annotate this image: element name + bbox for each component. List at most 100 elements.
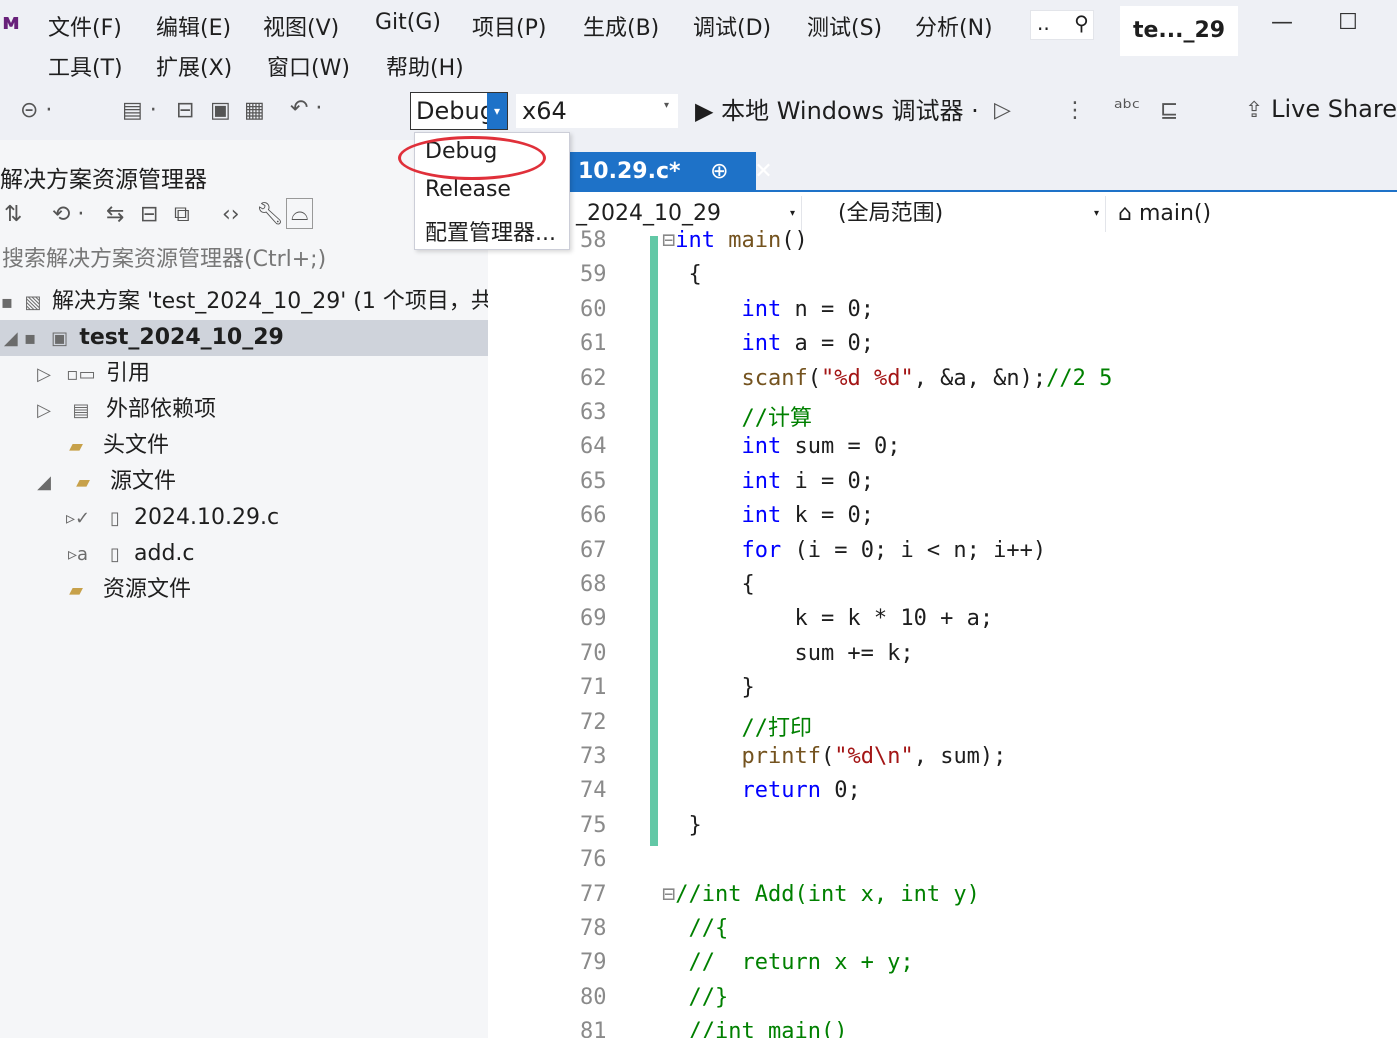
code-line[interactable]: scanf("%d %d", &a, &n);//2 5 <box>662 366 1112 391</box>
start-debugger-button[interactable]: ▶ 本地 Windows 调试器 · <box>695 94 979 128</box>
menu-window[interactable]: 窗口(W) <box>267 50 350 82</box>
menu-git[interactable]: Git(G) <box>375 10 441 35</box>
new-project-icon[interactable]: ▤ · <box>122 98 157 123</box>
spell-check-icon[interactable]: ᵃᵇᶜ <box>1114 96 1140 121</box>
tree-source-files-node[interactable]: ◢ ▰ 源文件 <box>32 464 176 500</box>
code-line[interactable]: { <box>662 262 701 287</box>
code-line[interactable]: return 0; <box>662 778 860 803</box>
tree-header-files-node[interactable]: ▰ 头文件 <box>56 428 169 464</box>
pending-changes-icon[interactable]: ⇆ <box>106 202 124 227</box>
menu-tools[interactable]: 工具(T) <box>48 50 123 82</box>
expanded-arrow-icon[interactable]: ◢ ▪ <box>0 321 40 357</box>
code-line[interactable]: ⊟//int Add(int x, int y) <box>662 882 980 907</box>
tree-project-node[interactable]: ◢ ▪ ▣ test_2024_10_29 <box>0 320 488 356</box>
code-line[interactable]: int k = 0; <box>662 503 873 528</box>
open-file-icon[interactable]: ⊟ <box>176 98 194 123</box>
dropdown-option-config-manager[interactable]: 配置管理器... <box>425 215 556 247</box>
preview-icon[interactable]: ⌓ <box>286 198 314 229</box>
code-line[interactable]: int i = 0; <box>662 469 873 494</box>
collapsed-arrow-icon[interactable]: ▹✓ <box>60 501 96 537</box>
line-number: 77 <box>580 881 607 907</box>
show-all-files-icon[interactable]: ⧉ <box>174 202 190 227</box>
back-icon[interactable]: ⊝ · <box>20 98 52 123</box>
code-line[interactable]: int sum = 0; <box>662 434 900 459</box>
line-number: 59 <box>580 262 607 288</box>
code-line[interactable]: { <box>662 572 754 597</box>
menu-help[interactable]: 帮助(H) <box>386 50 464 82</box>
dropdown-option-release[interactable]: Release <box>425 177 511 202</box>
live-share-button[interactable]: ⇪ Live Share <box>1245 94 1397 126</box>
nav-member-combo[interactable]: ⌂ main() <box>1112 196 1397 232</box>
nav-project-combo[interactable]: _2024_10_29 ▾ <box>570 196 802 232</box>
code-line[interactable]: //int main() <box>662 1019 848 1038</box>
nav-scope-combo[interactable]: (全局范围) ▾ <box>808 196 1106 232</box>
menu-build[interactable]: 生成(B) <box>583 10 659 42</box>
collapsed-arrow-icon[interactable]: ▷ <box>32 357 56 393</box>
document-tab-active[interactable]: 10.29.c* ⊕ ✕ <box>570 152 773 192</box>
search-box[interactable]: .. ⚲ <box>1030 10 1094 40</box>
pin-icon[interactable]: ⊕ <box>710 159 728 184</box>
platform-combo[interactable]: x64 <box>516 94 678 128</box>
line-number: 63 <box>580 400 607 425</box>
maximize-button[interactable]: ☐ <box>1328 10 1368 35</box>
menu-edit[interactable]: 编辑(E) <box>156 10 231 42</box>
code-line[interactable]: //计算 <box>662 400 812 432</box>
code-line[interactable]: //打印 <box>662 710 812 742</box>
tree-label: 资源文件 <box>103 577 192 602</box>
code-line[interactable]: } <box>662 675 754 700</box>
collapsed-arrow-icon[interactable]: ▹a <box>60 537 96 573</box>
undo-icon[interactable]: ↶ · <box>290 96 322 121</box>
visual-studio-logo-icon[interactable]: ᴍ <box>2 10 32 40</box>
code-line[interactable]: int n = 0; <box>662 297 873 322</box>
code-line[interactable]: } <box>662 813 701 838</box>
tree-external-deps-node[interactable]: ▷ ▤ 外部依赖项 <box>32 392 216 428</box>
expanded-arrow-icon[interactable]: ◢ <box>32 465 56 501</box>
menu-extensions[interactable]: 扩展(X) <box>156 50 232 82</box>
tree-solution-node[interactable]: ▪ ▧ 解决方案 'test_2024_10_29' (1 个项目，共 <box>0 284 493 321</box>
solution-explorer-title: 解决方案资源管理器 <box>0 167 207 193</box>
menu-test[interactable]: 测试(S) <box>807 10 882 42</box>
code-line[interactable]: sum += k; <box>662 641 913 666</box>
code-line[interactable]: for (i = 0; i < n; i++) <box>662 538 1046 563</box>
code-line[interactable]: //} <box>662 985 729 1010</box>
tree-references-node[interactable]: ▷ ▫▭ 引用 <box>32 356 150 392</box>
line-number: 80 <box>580 984 607 1010</box>
close-icon[interactable]: ✕ <box>754 159 772 184</box>
collapse-all-icon[interactable]: ⊟ <box>140 202 158 227</box>
code-line[interactable]: // return x + y; <box>662 950 914 975</box>
code-view-icon[interactable]: ‹› <box>222 202 240 227</box>
code-line[interactable]: k = k * 10 + a; <box>662 606 993 631</box>
line-number: 79 <box>580 950 607 976</box>
collapsed-arrow-icon[interactable]: ▷ <box>32 393 56 429</box>
toolbar-options-icon[interactable]: ⊑ <box>1160 98 1178 123</box>
properties-wrench-icon[interactable]: 🔧︎ <box>256 202 284 227</box>
tree-file-add-c[interactable]: ▹a ▯ add.c <box>60 536 195 572</box>
line-number: 62 <box>580 365 607 391</box>
start-without-debug-icon[interactable]: ▷ <box>994 98 1011 123</box>
platform-chevron-icon[interactable]: ▾ <box>664 100 669 111</box>
menu-project[interactable]: 项目(P) <box>472 10 546 42</box>
code-line[interactable]: ⊟int main() <box>662 228 808 253</box>
tree-file-2024-10-29-c[interactable]: ▹✓ ▯ 2024.10.29.c <box>60 500 279 536</box>
menu-debug[interactable]: 调试(D) <box>693 10 771 42</box>
save-icon[interactable]: ▣ <box>210 98 231 123</box>
history-icon[interactable]: ⟲ · <box>52 202 84 227</box>
line-number: 81 <box>580 1019 607 1038</box>
menu-view[interactable]: 视图(V) <box>263 10 339 42</box>
line-number: 70 <box>580 640 607 666</box>
tree-resource-files-node[interactable]: ▰ 资源文件 <box>56 572 191 608</box>
code-line[interactable]: int a = 0; <box>662 331 873 356</box>
search-text: .. <box>1037 11 1050 35</box>
menu-analyze[interactable]: 分析(N) <box>915 10 993 42</box>
sync-icon[interactable]: ⇅ <box>4 202 22 227</box>
code-line[interactable]: //{ <box>662 916 729 941</box>
save-all-icon[interactable]: ▦ <box>244 98 265 123</box>
code-line[interactable] <box>662 847 689 872</box>
minimize-button[interactable]: — <box>1262 10 1302 35</box>
collapse-arrow-icon[interactable]: ▪ <box>0 285 14 321</box>
menu-file[interactable]: 文件(F) <box>48 10 122 42</box>
line-number: 76 <box>580 847 607 873</box>
chevron-down-icon[interactable]: ▾ <box>487 93 507 129</box>
line-number: 69 <box>580 606 607 632</box>
code-line[interactable]: printf("%d\n", sum); <box>662 744 1006 769</box>
